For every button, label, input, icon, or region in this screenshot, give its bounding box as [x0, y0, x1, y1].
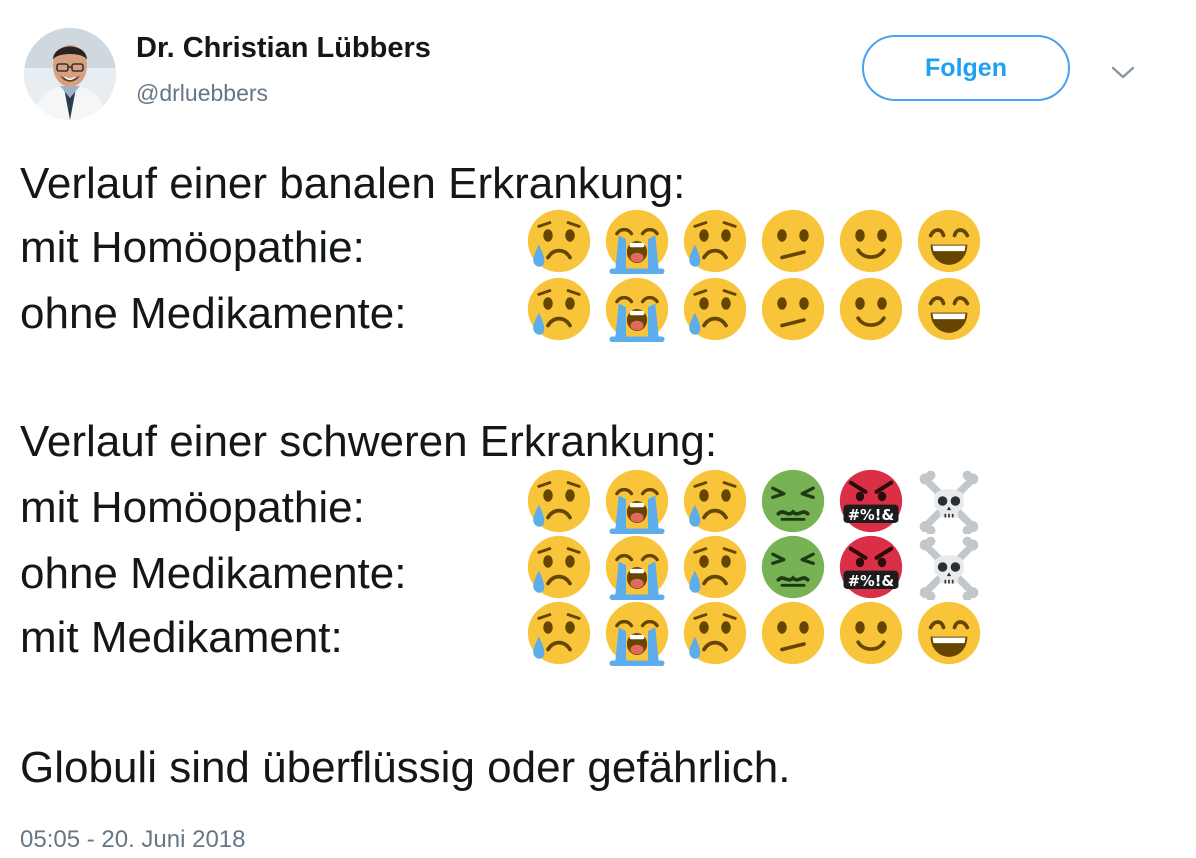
loudly-crying-face-icon: [605, 601, 669, 666]
sad-tear-face-icon: [527, 209, 591, 273]
sad-tear-face-icon: [527, 535, 591, 599]
slightly-smiling-face-icon: [839, 209, 903, 273]
follow-button[interactable]: Folgen: [862, 35, 1070, 101]
sad-tear-face-icon: [527, 277, 591, 341]
sad-tear-face-icon: [683, 601, 747, 665]
banal-row-homeopathy-label: mit Homöopathie:: [20, 223, 365, 272]
banal-row-homeopathy-emojis: [526, 208, 982, 274]
banal-row-no-medication-emojis: [526, 276, 982, 342]
avatar-photo: [24, 28, 116, 120]
sad-tear-face-icon: [683, 469, 747, 533]
sad-tear-face-icon: [683, 209, 747, 273]
cursing-face-icon: #%!&: [839, 469, 903, 533]
sad-tear-face-icon: [527, 469, 591, 533]
severe-heading: Verlauf einer schweren Erkrankung:: [20, 417, 718, 466]
nauseated-face-icon: [761, 469, 825, 533]
tweet-timestamp[interactable]: 05:05 - 20. Juni 2018: [20, 826, 246, 854]
sad-tear-face-icon: [683, 277, 747, 341]
skull-crossbones-icon: [919, 470, 979, 534]
grinning-face-icon: [917, 209, 981, 273]
author-handle[interactable]: @drluebbers: [136, 80, 268, 107]
tweet-conclusion: Globuli sind überflüssig oder gefährlich…: [20, 743, 791, 792]
banal-row-no-medication-label: ohne Medikamente:: [20, 289, 407, 338]
confused-face-icon: [761, 277, 825, 341]
avatar[interactable]: [24, 28, 116, 120]
sad-tear-face-icon: [527, 601, 591, 665]
slightly-smiling-face-icon: [839, 601, 903, 665]
skull-crossbones-icon: [919, 536, 979, 600]
banal-heading: Verlauf einer banalen Erkrankung:: [20, 159, 686, 208]
severe-row-homeopathy-label: mit Homöopathie:: [20, 483, 365, 532]
sad-tear-face-icon: [683, 535, 747, 599]
confused-face-icon: [761, 601, 825, 665]
nauseated-face-icon: [761, 535, 825, 599]
grinning-face-icon: [917, 277, 981, 341]
severe-row-medication-label: mit Medikament:: [20, 613, 343, 662]
severe-row-medication-emojis: [526, 600, 982, 666]
loudly-crying-face-icon: [605, 277, 669, 342]
severe-row-no-medication-emojis: #%!&: [526, 534, 982, 600]
grinning-face-icon: [917, 601, 981, 665]
chevron-down-icon[interactable]: [1108, 60, 1138, 84]
severe-row-no-medication-label: ohne Medikamente:: [20, 549, 407, 598]
loudly-crying-face-icon: [605, 209, 669, 274]
svg-text:#%!&: #%!&: [848, 573, 895, 590]
author-name[interactable]: Dr. Christian Lübbers: [136, 32, 431, 65]
severe-row-homeopathy-emojis: #%!&: [526, 468, 982, 534]
slightly-smiling-face-icon: [839, 277, 903, 341]
confused-face-icon: [761, 209, 825, 273]
svg-text:#%!&: #%!&: [848, 507, 895, 524]
loudly-crying-face-icon: [605, 469, 669, 534]
loudly-crying-face-icon: [605, 535, 669, 600]
cursing-face-icon: #%!&: [839, 535, 903, 599]
